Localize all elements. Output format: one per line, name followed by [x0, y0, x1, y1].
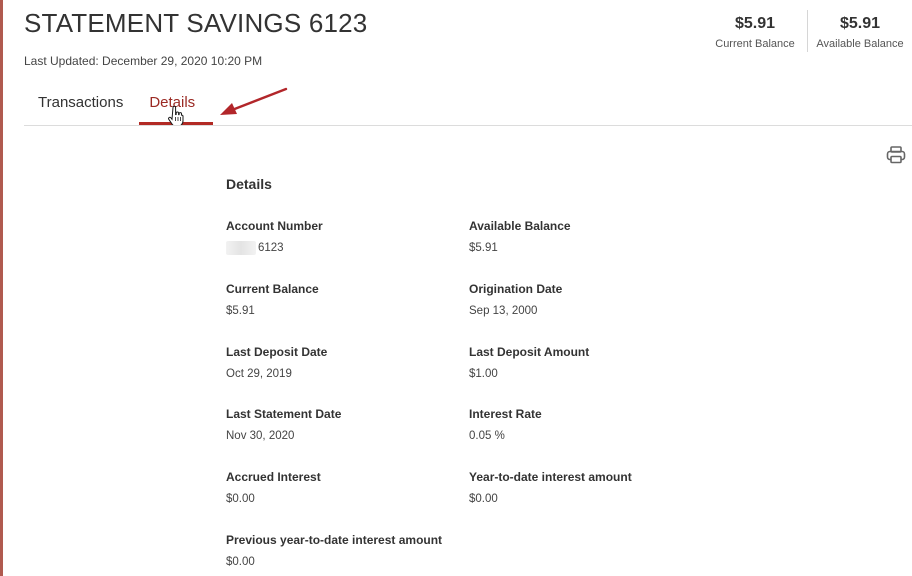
- field-value: $5.91: [226, 305, 255, 317]
- field-value: $0.00: [226, 493, 255, 505]
- field-label: Year-to-date interest amount: [469, 470, 632, 484]
- available-balance-block: $5.91 Available Balance: [808, 10, 912, 52]
- field-label: Available Balance: [469, 219, 571, 233]
- available-balance-amount: $5.91: [839, 15, 881, 32]
- balance-summary: $5.91 Current Balance $5.91 Available Ba…: [703, 10, 912, 52]
- field-label: Last Deposit Amount: [469, 345, 590, 359]
- printer-icon[interactable]: [886, 146, 906, 164]
- available-balance-label: Available Balance: [816, 38, 904, 50]
- left-edge-stripe: [0, 0, 3, 576]
- field-value: $0.00: [226, 556, 255, 568]
- field-previous-ytd-interest-amount: Previous year-to-date interest amount $0…: [226, 532, 442, 570]
- current-balance-amount: $5.91: [734, 15, 776, 32]
- field-label: Account Number: [226, 219, 323, 233]
- account-page: STATEMENT SAVINGS 6123 Last Updated: Dec…: [0, 0, 912, 576]
- field-ytd-interest-amount: Year-to-date interest amount $0.00: [469, 469, 632, 507]
- masked-digits: [226, 240, 256, 255]
- field-value: $0.00: [469, 493, 498, 505]
- field-label: Current Balance: [226, 282, 319, 296]
- field-last-deposit-date: Last Deposit Date Oct 29, 2019: [226, 344, 327, 382]
- field-available-balance: Available Balance $5.91: [469, 218, 571, 256]
- field-account-number: Account Number 6123: [226, 218, 323, 256]
- field-value: 0.05 %: [469, 430, 505, 442]
- field-value: Oct 29, 2019: [226, 368, 292, 380]
- field-label: Last Deposit Date: [226, 345, 328, 359]
- account-tabs: Transactions Details: [24, 86, 221, 126]
- field-value: 6123: [226, 240, 323, 256]
- details-section-title: Details: [226, 176, 272, 192]
- current-balance-block: $5.91 Current Balance: [703, 10, 808, 52]
- field-label: Last Statement Date: [226, 407, 342, 421]
- field-value: $5.91: [469, 242, 498, 254]
- field-last-statement-date: Last Statement Date Nov 30, 2020: [226, 406, 341, 444]
- field-current-balance: Current Balance $5.91: [226, 281, 319, 319]
- field-value: Sep 13, 2000: [469, 305, 538, 317]
- field-interest-rate: Interest Rate 0.05 %: [469, 406, 542, 444]
- tab-transactions[interactable]: Transactions: [38, 86, 123, 126]
- red-arrow-icon: [220, 87, 288, 115]
- field-value: $1.00: [469, 368, 498, 380]
- account-number-value: 6123: [258, 242, 284, 254]
- field-label: Origination Date: [469, 282, 563, 296]
- field-label: Accrued Interest: [226, 470, 321, 484]
- page-title: STATEMENT SAVINGS 6123: [24, 8, 368, 38]
- details-panel: [24, 126, 912, 576]
- field-origination-date: Origination Date Sep 13, 2000: [469, 281, 562, 319]
- current-balance-label: Current Balance: [715, 38, 795, 50]
- field-accrued-interest: Accrued Interest $0.00: [226, 469, 321, 507]
- field-label: Previous year-to-date interest amount: [226, 533, 443, 547]
- last-updated-text: Last Updated: December 29, 2020 10:20 PM: [24, 54, 263, 68]
- field-value: Nov 30, 2020: [226, 430, 295, 442]
- field-last-deposit-amount: Last Deposit Amount $1.00: [469, 344, 589, 382]
- field-label: Interest Rate: [469, 407, 542, 421]
